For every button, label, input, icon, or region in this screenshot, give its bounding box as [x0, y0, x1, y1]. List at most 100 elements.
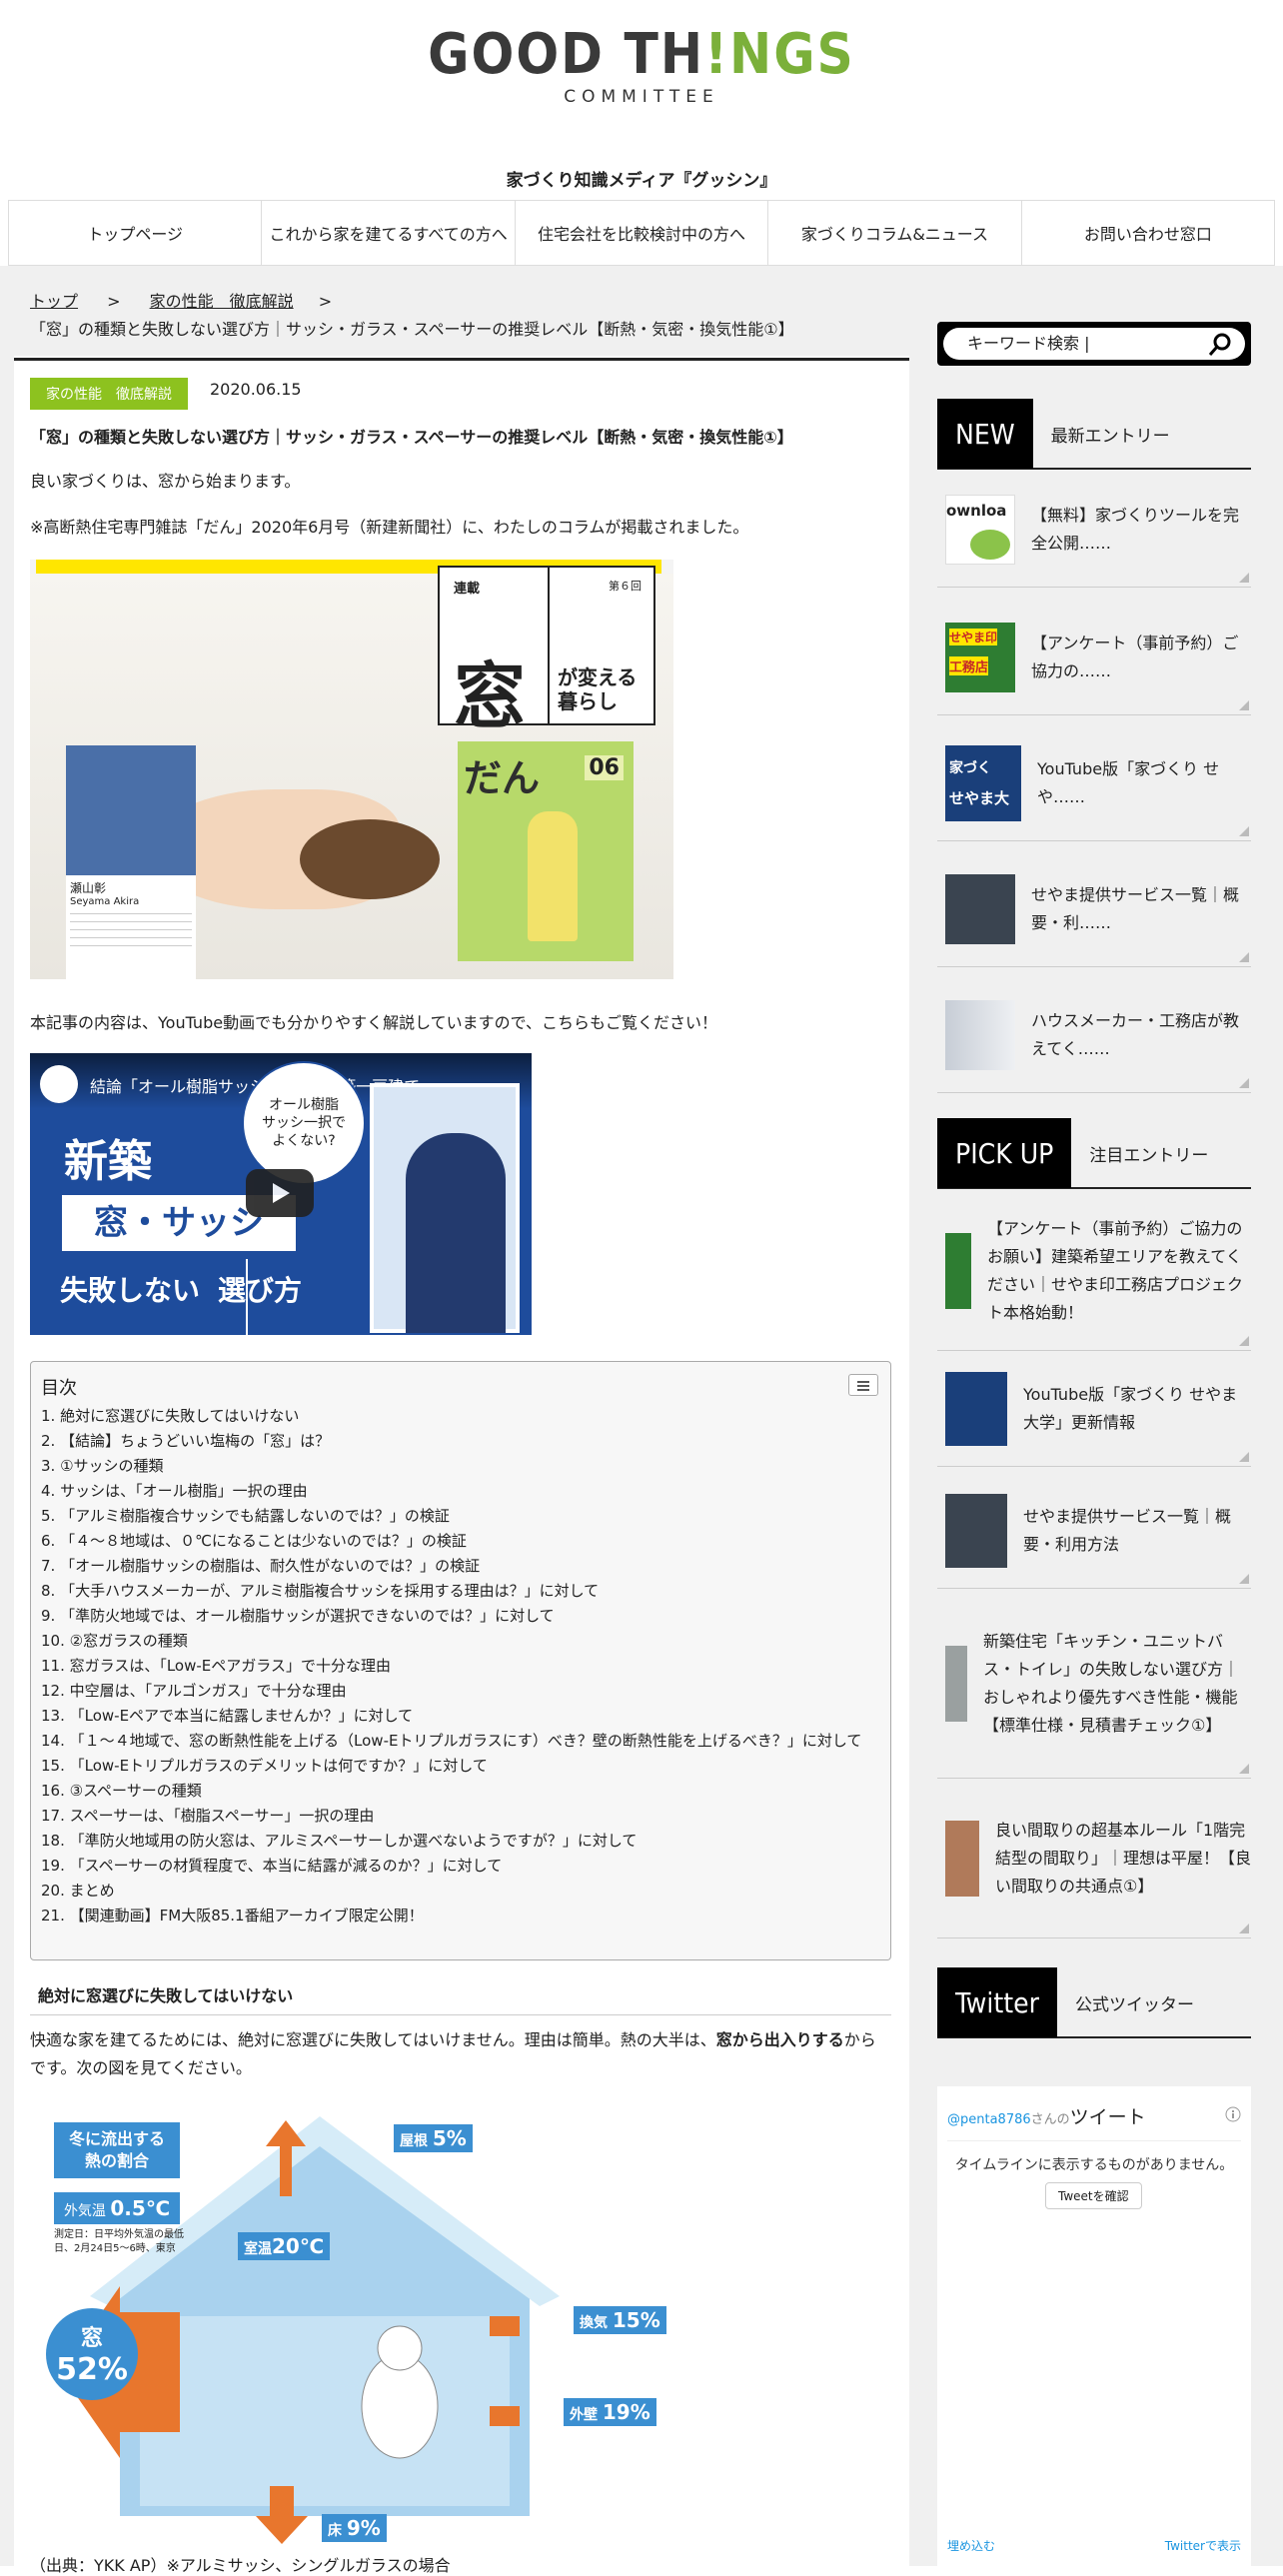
info-icon[interactable]: [1225, 2106, 1241, 2122]
hero-big-text: 窓: [454, 654, 527, 738]
search-icon[interactable]: [1207, 332, 1233, 358]
toc-item[interactable]: 8. 「大手ハウスメーカーが、アルミ樹脂複合サッシを採用する理由は？」に対して: [41, 1579, 880, 1604]
twitter-san: さんの: [1030, 2112, 1070, 2127]
new-entry-item[interactable]: ハウスメーカー・工務店が教えてく……: [937, 977, 1251, 1093]
toc-item[interactable]: 13. 「Low-Eペアで本当に結露しませんか？」に対して: [41, 1704, 880, 1729]
toc-item[interactable]: 1. 絶対に窓選びに失敗してはいけない: [41, 1404, 880, 1429]
thumb-seyama-text: せやま印: [949, 628, 998, 645]
breadcrumb-sep: >: [107, 292, 121, 311]
paragraph-text: 快適な家を建てるためには、絶対に窓選びに失敗してはいけません。理由は簡単。熱の大…: [30, 2030, 716, 2049]
nav-top[interactable]: トップページ: [8, 201, 261, 265]
toc-item[interactable]: 5. 「アルミ樹脂複合サッシでも結露しないのでは？」の検証: [41, 1504, 880, 1529]
entry-thumbnail: [945, 1820, 979, 1897]
pickup-entry-item[interactable]: 【アンケート（事前予約）ご協力のお願い】建築希望エリアを教えてください｜せやま印…: [937, 1191, 1251, 1351]
toc-item[interactable]: 21. 【関連動画】FM大阪85.1番組アーカイブ限定公開！: [41, 1904, 880, 1929]
toc-item[interactable]: 16. ③スペーサーの種類: [41, 1779, 880, 1804]
new-entry-item[interactable]: せやま印 工務店 【アンケート（事前予約）ご協力の……: [937, 600, 1251, 715]
ventilation-value: 15%: [612, 2308, 660, 2332]
breadcrumb-top[interactable]: トップ: [30, 292, 78, 311]
entry-title: 【アンケート（事前予約）ご協力のお願い】建築希望エリアを教えてください｜せやま印…: [987, 1218, 1244, 1322]
logo-committee: COMMITTEE: [564, 87, 719, 107]
nav-new-builders[interactable]: これから家を建てるすべての方へ: [261, 201, 514, 265]
toc-item[interactable]: 18. 「準防火地域用の防火窓は、アルミスペーサーしか選べないようですが？」に対…: [41, 1829, 880, 1854]
toc-item[interactable]: 15. 「Low-Eトリプルガラスのデメリットは何ですか？」に対して: [41, 1754, 880, 1779]
measurement-note: 測定日：日平均外気温の最低日、2月24日5～6時、東京: [54, 2229, 184, 2254]
youtube-note: 本記事の内容は、YouTube動画でも分かりやすく解説していますので、こちらもご…: [30, 1013, 717, 1032]
site-tagline: 家づくり知識メディア『グッシン』: [506, 171, 777, 191]
hero-issue: 第６回: [609, 580, 642, 593]
category-badge[interactable]: 家の性能 徹底解説: [30, 378, 188, 410]
search-input[interactable]: キーワード検索 |: [943, 328, 1245, 360]
video-text-new: 新築: [64, 1136, 152, 1187]
logo-good: GOOD TH: [428, 22, 705, 87]
wall-value: 19%: [602, 2400, 650, 2424]
author-name: 瀬山彰: [70, 881, 107, 895]
toc-item[interactable]: 6. 「４～８地域は、０℃になることは少ないのでは？」の検証: [41, 1529, 880, 1554]
toc-item[interactable]: 7. 「オール樹脂サッシの樹脂は、耐久性がないのでは？」の検証: [41, 1554, 880, 1579]
twitter-embed-link[interactable]: 埋め込む: [947, 2537, 995, 2554]
toc-item[interactable]: 9. 「準防火地域では、オール樹脂サッシが選択できないのでは？」に対して: [41, 1604, 880, 1629]
twitter-tweets-label: ツイート: [1069, 2106, 1146, 2128]
twitter-heading: Twitter 公式ツイッター: [937, 1967, 1251, 2038]
channel-avatar[interactable]: [40, 1065, 78, 1103]
heat-title-2: 熱の割合: [84, 2151, 149, 2170]
pickup-entry-item[interactable]: YouTube版「家づくり せやま大学」更新情報: [937, 1351, 1251, 1467]
global-nav: トップページ これから家を建てるすべての方へ 住宅会社を比較検討中の方へ 家づく…: [8, 200, 1276, 266]
section-paragraph: 快適な家を建てるためには、絶対に窓選びに失敗してはいけません。理由は簡単。熱の大…: [30, 2026, 891, 2082]
entry-title: ハウスメーカー・工務店が教えてく……: [1031, 1010, 1240, 1058]
entry-thumbnail: [945, 1493, 1007, 1568]
new-entry-item[interactable]: 家づく せやま大 YouTube版「家づくり せや……: [937, 725, 1251, 841]
presenter-figure: [406, 1133, 506, 1333]
window-label: 窓: [80, 2326, 103, 2351]
twitter-view-link[interactable]: Twitterで表示: [1165, 2537, 1241, 2554]
figure-caption: （出典：YKK AP）※アルミサッシ、シングルガラスの場合: [30, 2556, 451, 2575]
nav-contact[interactable]: お問い合わせ窓口: [1020, 201, 1276, 265]
toc-item[interactable]: 20. まとめ: [41, 1879, 880, 1904]
outdoor-temp-label: 外気温: [63, 2203, 106, 2219]
toc-item[interactable]: 12. 中空層は、「アルゴンガス」で十分な理由: [41, 1679, 880, 1704]
pickup-entry-item[interactable]: せやま提供サービス一覧｜概要・利用方法: [937, 1473, 1251, 1589]
author-photo: [66, 745, 196, 875]
hero-sub-text: が変える 暮らし: [558, 665, 638, 713]
pickup-entry-item[interactable]: 良い間取りの超基本ルール「1階完結型の間取り」｜理想は平屋！【良い間取りの共通点…: [937, 1779, 1251, 1938]
entry-title: 【アンケート（事前予約）ご協力の……: [1031, 633, 1239, 680]
magazine-cover: だん 06: [458, 741, 634, 961]
new-entry-item[interactable]: ownloa 【無料】家づくりツールを完全公開……: [937, 472, 1251, 588]
toc-item[interactable]: 17. スペーサーは、「樹脂スペーサー」一択の理由: [41, 1804, 880, 1829]
entry-title: せやま提供サービス一覧｜概要・利用方法: [1023, 1506, 1232, 1554]
toc-item[interactable]: 2. 【結論】ちょうどいい塩梅の「窓」は？: [41, 1429, 880, 1454]
logo-excl: !: [704, 22, 730, 87]
toc-item[interactable]: 19. 「スペーサーの材質程度で、本当に結露が減るのか？」に対して: [41, 1854, 880, 1879]
pickup-entry-item[interactable]: 新築住宅「キッチン・ユニットバス・トイレ」の失敗しない選び方｜おしゃれより優先す…: [937, 1589, 1251, 1779]
breadcrumb-category[interactable]: 家の性能 徹底解説: [150, 292, 294, 311]
toc-item[interactable]: 4. サッシは、「オール樹脂」一択の理由: [41, 1479, 880, 1504]
toc-item[interactable]: 3. ①サッシの種類: [41, 1454, 880, 1479]
search-box: キーワード検索 |: [937, 322, 1251, 366]
roof-label: 屋根: [400, 2133, 428, 2149]
post-date: 2020.06.15: [210, 380, 302, 399]
new-entry-item[interactable]: せやま提供サービス一覧｜概要・利……: [937, 851, 1251, 967]
view-tweets-button[interactable]: Tweetを確認: [1045, 2182, 1142, 2209]
nav-column-news[interactable]: 家づくりコラム&ニュース: [767, 201, 1020, 265]
entry-thumbnail: せやま印 工務店: [945, 622, 1015, 692]
toc-toggle-button[interactable]: [848, 1374, 878, 1396]
pickup-heading: PICK UP 注目エントリー: [937, 1118, 1251, 1189]
entry-thumbnail: [945, 1371, 1007, 1446]
outdoor-temp-value: 0.5℃: [110, 2196, 171, 2220]
toc-item[interactable]: 14. 「１～４地域で、窓の断熱性能を上げる（Low-Eトリプルガラスにす）べき…: [41, 1729, 880, 1754]
play-icon: [273, 1183, 290, 1203]
author-name-en: Seyama Akira: [70, 896, 140, 907]
list-icon: [857, 1381, 869, 1391]
toc-item[interactable]: 10. ②窓ガラスの種類: [41, 1629, 880, 1654]
sidebar: キーワード検索 | NEW 最新エントリー ownloa 【無料】家づくりツール…: [921, 266, 1283, 2566]
entry-thumbnail: [945, 1232, 971, 1309]
video-play-button[interactable]: [246, 1169, 314, 1217]
toc-item[interactable]: 11. 窓ガラスは、「Low-Eペアガラス」で十分な理由: [41, 1654, 880, 1679]
section-heading: 絶対に窓選びに失敗してはいけない: [30, 1982, 891, 2015]
entry-title: YouTube版「家づくり せや……: [1037, 758, 1220, 806]
room-temp-label: 室温: [244, 2241, 272, 2257]
youtube-video[interactable]: 結論「オール樹脂サッシ」1択／新築一戸建て… オール樹脂 サッシ一択で よくない…: [30, 1053, 532, 1335]
site-logo[interactable]: GOOD TH!NGS COMMITTEE: [0, 22, 1283, 107]
nav-comparing[interactable]: 住宅会社を比較検討中の方へ: [514, 201, 767, 265]
twitter-user-link[interactable]: @penta8786: [947, 2112, 1031, 2127]
